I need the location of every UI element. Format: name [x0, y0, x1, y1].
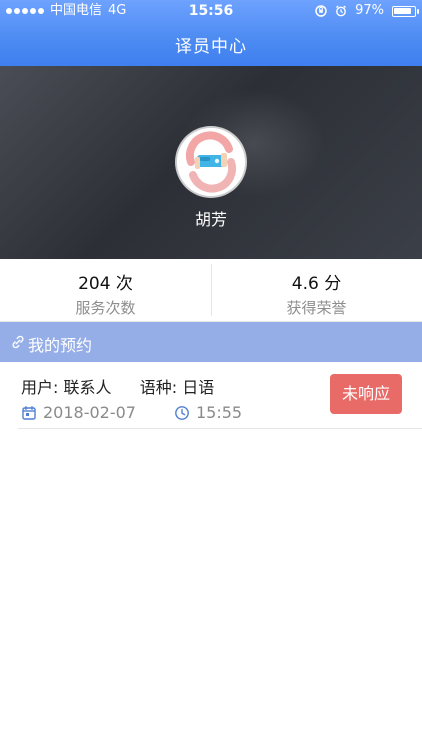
- battery-percent: 97%: [355, 3, 384, 18]
- alarm-icon: [336, 5, 347, 17]
- battery-icon: [392, 5, 419, 17]
- clock-icon: [174, 405, 190, 421]
- my-appointments-header: 我的预约: [0, 322, 422, 362]
- avatar[interactable]: [177, 128, 245, 196]
- translator-avatar-icon: [177, 128, 245, 196]
- language-value: 日语: [182, 378, 215, 397]
- user-value: 联系人: [63, 378, 112, 397]
- stats-row: 204 次 服务次数 4.6 分 获得荣誉: [0, 259, 422, 322]
- user-label: 用户:: [21, 378, 59, 397]
- battery-fill: [394, 7, 412, 14]
- language-label: 语种:: [139, 378, 178, 397]
- appointment-date: 2018-02-07: [43, 403, 136, 422]
- status-right: 97%: [315, 0, 419, 22]
- appointment-datetime: 2018-02-07 15:55: [21, 403, 242, 422]
- status-bar: 中国电信 4G 15:56 97%: [0, 0, 422, 22]
- page-title: 译员中心: [175, 37, 247, 57]
- service-count-stat: 204 次 服务次数: [0, 259, 211, 321]
- top-gradient: 中国电信 4G 15:56 97% 译员中心: [0, 0, 422, 66]
- honor-score-stat: 4.6 分 获得荣誉: [211, 259, 422, 321]
- profile-banner: 胡芳: [0, 66, 422, 259]
- honor-score-label: 获得荣誉: [286, 299, 347, 317]
- honor-score-value: 4.6 分: [291, 274, 342, 294]
- link-icon: [12, 335, 24, 349]
- service-count-label: 服务次数: [75, 299, 136, 317]
- calendar-icon: [21, 405, 37, 421]
- appointment-time-part: 15:55: [174, 403, 242, 422]
- section-title: 我的预约: [28, 336, 93, 355]
- service-count-value: 204 次: [78, 274, 133, 294]
- orientation-lock-icon: [315, 5, 327, 17]
- appointment-user-language: 用户: 联系人 语种: 日语: [21, 374, 214, 398]
- no-response-button[interactable]: 未响应: [330, 374, 402, 414]
- appointment-card[interactable]: 用户: 联系人 语种: 日语 2018-02-07 15:55 未响应: [18, 362, 422, 429]
- appointment-time: 15:55: [195, 403, 243, 422]
- translator-name: 胡芳: [194, 210, 227, 229]
